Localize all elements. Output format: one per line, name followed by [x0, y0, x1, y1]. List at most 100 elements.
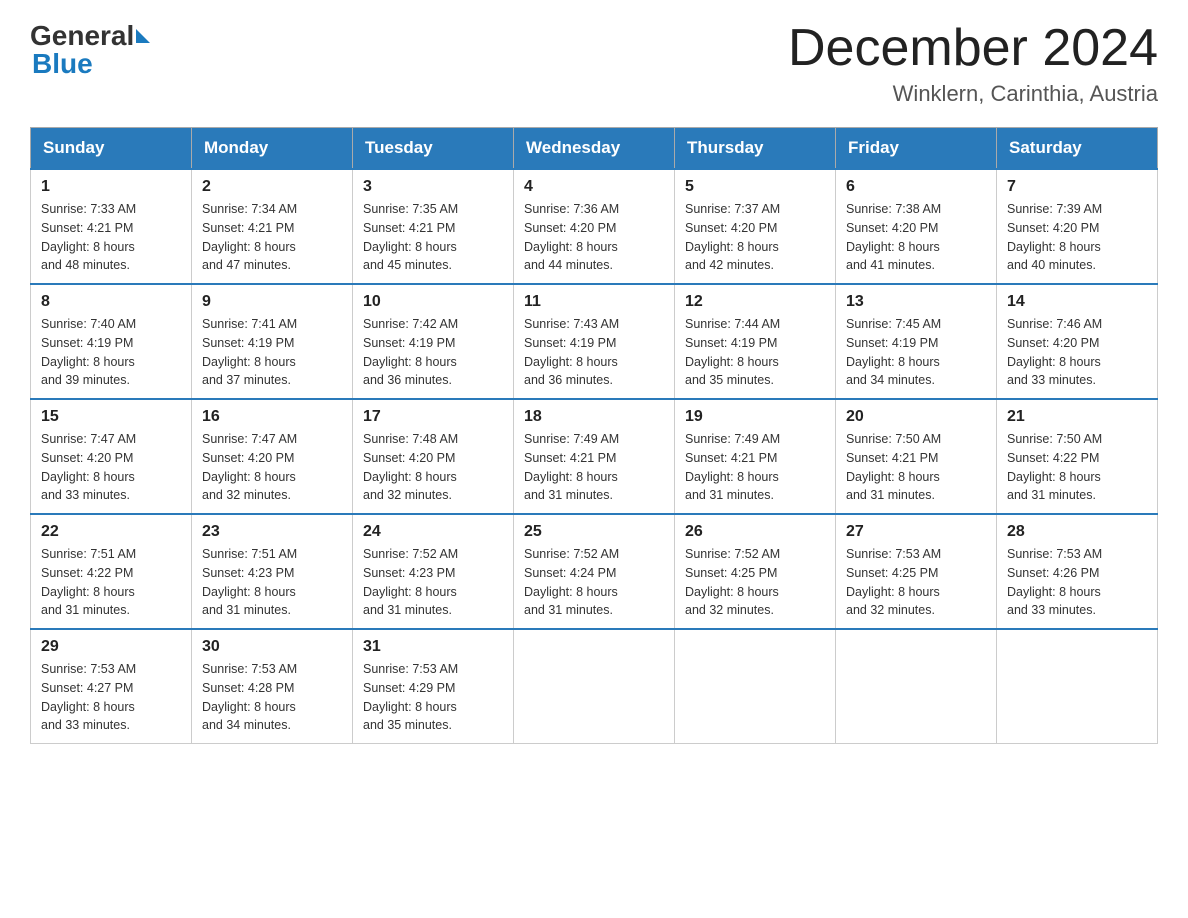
- header-friday: Friday: [836, 128, 997, 170]
- week-row-1: 1 Sunrise: 7:33 AM Sunset: 4:21 PM Dayli…: [31, 169, 1158, 284]
- day-number: 10: [363, 293, 503, 311]
- day-cell: [836, 629, 997, 744]
- day-number: 6: [846, 178, 986, 196]
- week-row-5: 29 Sunrise: 7:53 AM Sunset: 4:27 PM Dayl…: [31, 629, 1158, 744]
- day-info: Sunrise: 7:42 AM Sunset: 4:19 PM Dayligh…: [363, 315, 503, 390]
- day-number: 12: [685, 293, 825, 311]
- day-info: Sunrise: 7:49 AM Sunset: 4:21 PM Dayligh…: [685, 430, 825, 505]
- day-cell: 25 Sunrise: 7:52 AM Sunset: 4:24 PM Dayl…: [514, 514, 675, 629]
- day-info: Sunrise: 7:34 AM Sunset: 4:21 PM Dayligh…: [202, 200, 342, 275]
- day-cell: 17 Sunrise: 7:48 AM Sunset: 4:20 PM Dayl…: [353, 399, 514, 514]
- day-info: Sunrise: 7:53 AM Sunset: 4:26 PM Dayligh…: [1007, 545, 1147, 620]
- day-cell: 16 Sunrise: 7:47 AM Sunset: 4:20 PM Dayl…: [192, 399, 353, 514]
- day-info: Sunrise: 7:39 AM Sunset: 4:20 PM Dayligh…: [1007, 200, 1147, 275]
- day-number: 31: [363, 638, 503, 656]
- day-info: Sunrise: 7:52 AM Sunset: 4:25 PM Dayligh…: [685, 545, 825, 620]
- day-number: 23: [202, 523, 342, 541]
- day-number: 13: [846, 293, 986, 311]
- day-cell: [514, 629, 675, 744]
- week-row-3: 15 Sunrise: 7:47 AM Sunset: 4:20 PM Dayl…: [31, 399, 1158, 514]
- title-area: December 2024 Winklern, Carinthia, Austr…: [788, 20, 1158, 107]
- day-info: Sunrise: 7:41 AM Sunset: 4:19 PM Dayligh…: [202, 315, 342, 390]
- day-number: 16: [202, 408, 342, 426]
- day-cell: 13 Sunrise: 7:45 AM Sunset: 4:19 PM Dayl…: [836, 284, 997, 399]
- day-cell: 7 Sunrise: 7:39 AM Sunset: 4:20 PM Dayli…: [997, 169, 1158, 284]
- day-cell: 15 Sunrise: 7:47 AM Sunset: 4:20 PM Dayl…: [31, 399, 192, 514]
- day-info: Sunrise: 7:38 AM Sunset: 4:20 PM Dayligh…: [846, 200, 986, 275]
- day-cell: 14 Sunrise: 7:46 AM Sunset: 4:20 PM Dayl…: [997, 284, 1158, 399]
- day-info: Sunrise: 7:52 AM Sunset: 4:24 PM Dayligh…: [524, 545, 664, 620]
- day-info: Sunrise: 7:48 AM Sunset: 4:20 PM Dayligh…: [363, 430, 503, 505]
- logo-triangle-icon: [136, 29, 150, 43]
- day-info: Sunrise: 7:53 AM Sunset: 4:27 PM Dayligh…: [41, 660, 181, 735]
- day-number: 25: [524, 523, 664, 541]
- day-number: 24: [363, 523, 503, 541]
- day-cell: 11 Sunrise: 7:43 AM Sunset: 4:19 PM Dayl…: [514, 284, 675, 399]
- day-number: 30: [202, 638, 342, 656]
- day-info: Sunrise: 7:51 AM Sunset: 4:22 PM Dayligh…: [41, 545, 181, 620]
- day-cell: 28 Sunrise: 7:53 AM Sunset: 4:26 PM Dayl…: [997, 514, 1158, 629]
- day-cell: 12 Sunrise: 7:44 AM Sunset: 4:19 PM Dayl…: [675, 284, 836, 399]
- day-number: 28: [1007, 523, 1147, 541]
- day-info: Sunrise: 7:47 AM Sunset: 4:20 PM Dayligh…: [41, 430, 181, 505]
- day-number: 26: [685, 523, 825, 541]
- day-info: Sunrise: 7:37 AM Sunset: 4:20 PM Dayligh…: [685, 200, 825, 275]
- day-info: Sunrise: 7:53 AM Sunset: 4:29 PM Dayligh…: [363, 660, 503, 735]
- day-cell: 4 Sunrise: 7:36 AM Sunset: 4:20 PM Dayli…: [514, 169, 675, 284]
- day-number: 21: [1007, 408, 1147, 426]
- week-row-4: 22 Sunrise: 7:51 AM Sunset: 4:22 PM Dayl…: [31, 514, 1158, 629]
- day-cell: 30 Sunrise: 7:53 AM Sunset: 4:28 PM Dayl…: [192, 629, 353, 744]
- day-cell: 21 Sunrise: 7:50 AM Sunset: 4:22 PM Dayl…: [997, 399, 1158, 514]
- day-cell: 8 Sunrise: 7:40 AM Sunset: 4:19 PM Dayli…: [31, 284, 192, 399]
- day-cell: 1 Sunrise: 7:33 AM Sunset: 4:21 PM Dayli…: [31, 169, 192, 284]
- header-thursday: Thursday: [675, 128, 836, 170]
- day-info: Sunrise: 7:36 AM Sunset: 4:20 PM Dayligh…: [524, 200, 664, 275]
- day-number: 7: [1007, 178, 1147, 196]
- day-number: 4: [524, 178, 664, 196]
- day-info: Sunrise: 7:33 AM Sunset: 4:21 PM Dayligh…: [41, 200, 181, 275]
- day-info: Sunrise: 7:46 AM Sunset: 4:20 PM Dayligh…: [1007, 315, 1147, 390]
- day-number: 27: [846, 523, 986, 541]
- day-number: 19: [685, 408, 825, 426]
- day-number: 29: [41, 638, 181, 656]
- week-row-2: 8 Sunrise: 7:40 AM Sunset: 4:19 PM Dayli…: [31, 284, 1158, 399]
- day-info: Sunrise: 7:53 AM Sunset: 4:25 PM Dayligh…: [846, 545, 986, 620]
- day-info: Sunrise: 7:47 AM Sunset: 4:20 PM Dayligh…: [202, 430, 342, 505]
- day-number: 15: [41, 408, 181, 426]
- day-info: Sunrise: 7:40 AM Sunset: 4:19 PM Dayligh…: [41, 315, 181, 390]
- calendar-subtitle: Winklern, Carinthia, Austria: [788, 81, 1158, 107]
- day-info: Sunrise: 7:35 AM Sunset: 4:21 PM Dayligh…: [363, 200, 503, 275]
- day-number: 3: [363, 178, 503, 196]
- day-cell: 27 Sunrise: 7:53 AM Sunset: 4:25 PM Dayl…: [836, 514, 997, 629]
- calendar-table: Sunday Monday Tuesday Wednesday Thursday…: [30, 127, 1158, 744]
- header-saturday: Saturday: [997, 128, 1158, 170]
- day-info: Sunrise: 7:50 AM Sunset: 4:22 PM Dayligh…: [1007, 430, 1147, 505]
- day-number: 20: [846, 408, 986, 426]
- day-cell: 19 Sunrise: 7:49 AM Sunset: 4:21 PM Dayl…: [675, 399, 836, 514]
- day-number: 2: [202, 178, 342, 196]
- day-cell: [997, 629, 1158, 744]
- day-info: Sunrise: 7:49 AM Sunset: 4:21 PM Dayligh…: [524, 430, 664, 505]
- day-cell: 6 Sunrise: 7:38 AM Sunset: 4:20 PM Dayli…: [836, 169, 997, 284]
- weekday-header-row: Sunday Monday Tuesday Wednesday Thursday…: [31, 128, 1158, 170]
- day-cell: 22 Sunrise: 7:51 AM Sunset: 4:22 PM Dayl…: [31, 514, 192, 629]
- day-cell: 5 Sunrise: 7:37 AM Sunset: 4:20 PM Dayli…: [675, 169, 836, 284]
- day-info: Sunrise: 7:43 AM Sunset: 4:19 PM Dayligh…: [524, 315, 664, 390]
- day-cell: [675, 629, 836, 744]
- header-monday: Monday: [192, 128, 353, 170]
- day-cell: 31 Sunrise: 7:53 AM Sunset: 4:29 PM Dayl…: [353, 629, 514, 744]
- day-number: 17: [363, 408, 503, 426]
- day-number: 14: [1007, 293, 1147, 311]
- day-cell: 9 Sunrise: 7:41 AM Sunset: 4:19 PM Dayli…: [192, 284, 353, 399]
- day-cell: 2 Sunrise: 7:34 AM Sunset: 4:21 PM Dayli…: [192, 169, 353, 284]
- day-cell: 29 Sunrise: 7:53 AM Sunset: 4:27 PM Dayl…: [31, 629, 192, 744]
- day-number: 5: [685, 178, 825, 196]
- day-cell: 26 Sunrise: 7:52 AM Sunset: 4:25 PM Dayl…: [675, 514, 836, 629]
- day-info: Sunrise: 7:45 AM Sunset: 4:19 PM Dayligh…: [846, 315, 986, 390]
- day-info: Sunrise: 7:50 AM Sunset: 4:21 PM Dayligh…: [846, 430, 986, 505]
- day-number: 18: [524, 408, 664, 426]
- day-info: Sunrise: 7:52 AM Sunset: 4:23 PM Dayligh…: [363, 545, 503, 620]
- day-cell: 3 Sunrise: 7:35 AM Sunset: 4:21 PM Dayli…: [353, 169, 514, 284]
- day-cell: 23 Sunrise: 7:51 AM Sunset: 4:23 PM Dayl…: [192, 514, 353, 629]
- day-number: 8: [41, 293, 181, 311]
